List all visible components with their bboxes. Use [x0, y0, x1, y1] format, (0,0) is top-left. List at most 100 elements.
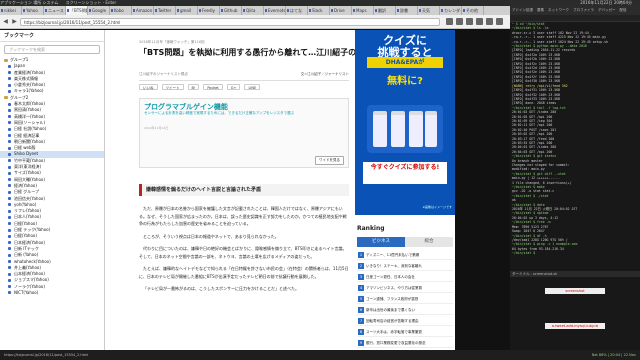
- promo-description: センサーによる計測を高い精度で実現するためには、できるだけ正確なアンプをレジスタ…: [144, 111, 295, 115]
- browser-tab[interactable]: 天気: [418, 6, 440, 15]
- browser-tab[interactable]: Qiita: [242, 6, 264, 15]
- browser-tab[interactable]: 「BTS問題」: [66, 6, 88, 15]
- browser-tab[interactable]: Google: [88, 6, 110, 15]
- browser-tab[interactable]: Drive: [330, 6, 352, 15]
- share-button[interactable]: ツイート: [161, 84, 184, 90]
- ranking-item[interactable]: 7 回転寿司店の経営が苦戦する理由: [357, 316, 453, 326]
- rank-number: 2: [358, 263, 364, 269]
- ad-cta-button[interactable]: 今すぐクイズに参加する!: [363, 162, 447, 184]
- ranking-item[interactable]: 2 いきなり！ステーキ、深刻な客離れ: [357, 261, 453, 271]
- panel-tab[interactable]: 要素: [537, 8, 544, 12]
- bookmark-item[interactable]: NICT(Yahoo): [0, 290, 104, 296]
- rank-number: 7: [358, 318, 364, 324]
- browser-tab-bar: nikkeiYahooニュース「BTS問題」GoogleKoboAmazonTw…: [0, 6, 510, 15]
- browser-tab[interactable]: 辞書: [396, 6, 418, 15]
- panel-tab[interactable]: プロファイラ: [573, 8, 594, 12]
- sidebar-title: ブックマーク: [0, 30, 104, 42]
- ad-fineprint: ※画像はイメージです: [422, 205, 452, 209]
- browser-tab[interactable]: Feedly: [198, 6, 220, 15]
- url-bar[interactable]: https://bizjournal.jp/2016/11/post_15554…: [20, 18, 440, 26]
- article-paragraph: 「テレビ局が一番怖がるのは、こうしたスポンサーに圧力をかけることだ」と述べた。: [143, 286, 299, 291]
- ranking-headline: 新卒は出世の最後まで悪くない: [366, 308, 415, 312]
- forward-button[interactable]: ▶: [11, 18, 18, 25]
- browser-tab[interactable]: カレンダー: [440, 6, 462, 15]
- share-button[interactable]: LINE: [244, 84, 261, 90]
- rank-number: 4: [358, 285, 364, 291]
- browser-tab[interactable]: ニュース: [44, 6, 66, 15]
- ranking-item[interactable]: 6 新卒は出世の最後まで悪くない: [357, 305, 453, 315]
- article-paragraph: ただ、原爆が日本の名誉から国家を擁護した文言が記載されたことは、韓国人だけではな…: [139, 206, 347, 226]
- article-paragraph: たとえば、嫌韓的なヘイトデモなどで知られる「在日特権を許さない市民の会」（在特会…: [139, 266, 349, 279]
- ranking-item[interactable]: 3 日産ゴーン退任、日本人の会社: [357, 272, 453, 282]
- browser-tab[interactable]: nikkei: [0, 6, 22, 15]
- terminal-output[interactable]: ~ $ cd ~/bin/stat ~/bin/stat $ ls -la drwx…: [510, 22, 640, 256]
- menu-icon[interactable]: [496, 18, 503, 25]
- browser-tab[interactable]: はてな: [286, 6, 308, 15]
- pocket-icon[interactable]: [476, 18, 483, 25]
- browser-tab[interactable]: Yahoo: [22, 6, 44, 15]
- browser-tab[interactable]: Kobo: [110, 6, 132, 15]
- browser-tab[interactable]: Evernote: [264, 6, 286, 15]
- home-icon[interactable]: [466, 18, 473, 25]
- article-title: 「BTS問題」を執拗に利用する愚行から離れて…江川紹子の提言: [139, 48, 355, 57]
- panel-tab[interactable]: アドイン拡張: [512, 8, 533, 12]
- ad-band: DHA&EPAが: [367, 57, 443, 68]
- system-menu[interactable]: アプリケーション 場所 システム: [0, 0, 58, 5]
- browser-tab[interactable]: Twitter: [154, 6, 176, 15]
- share-button[interactable]: Pocket: [203, 84, 223, 90]
- bookmark-search-input[interactable]: ブックマークを検索: [4, 45, 100, 54]
- advertisement[interactable]: クイズに 挑戦すると DHA&EPAが 無料に? 今すぐクイズに参加する! ※画像…: [355, 30, 455, 215]
- share-button[interactable]: いいね: [139, 84, 158, 90]
- sponsored-box[interactable]: プログラマブルゲイン機能 センサーによる計測を高い精度で実現するためには、できる…: [139, 98, 349, 168]
- browser-tab[interactable]: その他: [462, 6, 484, 15]
- rank-number: 5: [358, 296, 364, 302]
- bookmark-list: グループ1 Japan 産業経済(Yahoo) 楽天株式情報 小倉秀夫(Yahoo) キャ…: [0, 57, 104, 296]
- panel-tab[interactable]: デバッガー: [598, 8, 616, 12]
- terminal-panel: アドイン拡張 要素 ネットワーク プロファイラ デバッガー 配信 ~ $ cd ~/bin…: [510, 6, 640, 350]
- window-tag-screenshot[interactable]: screenshot: [545, 288, 605, 294]
- back-button[interactable]: ◀: [2, 18, 9, 25]
- download-icon[interactable]: [456, 18, 463, 25]
- browser-tab[interactable]: gmail: [176, 6, 198, 15]
- extension-icon[interactable]: [486, 18, 493, 25]
- share-button[interactable]: G+: [226, 84, 241, 90]
- browser-tab[interactable]: Slack: [308, 6, 330, 15]
- share-buttons: いいね ツイート B! Pocket G+ LINE: [139, 84, 261, 90]
- browser-tab[interactable]: Github: [220, 6, 242, 15]
- status-indicators: Bat 86% | 20:04 | 22 Nov: [591, 353, 636, 357]
- article-page: 2016年11月号「速報ウォッチ」第116回 「BTS問題」を執拗に利用する愚行…: [105, 30, 355, 350]
- bookmarks-sidebar: ブックマーク ブックマークを検索 グループ1 Japan 産業経済(Yahoo) 楽天…: [0, 30, 105, 350]
- ranking-item[interactable]: 1 ディズニー、11億円未払いで業績: [357, 250, 453, 260]
- section-heading: 嫌韓感情を煽るだけのヘイト言説と言論された矛盾: [139, 184, 349, 196]
- ranking-item[interactable]: 9 銀行、窓口業務変更で収益悪化の懸念: [357, 338, 453, 348]
- tab-business[interactable]: ビジネス: [357, 237, 405, 247]
- terminal-line: ~/bin/stat $: [512, 251, 536, 256]
- article-meta: 江川紹子のジャーナリスト視点 文=江川紹子／ジャーナリスト: [139, 72, 349, 81]
- column-name[interactable]: 江川紹子のジャーナリスト視点: [139, 72, 188, 76]
- right-column: クイズに 挑戦すると DHA&EPAが 無料に? 今すぐクイズに参加する! ※画像…: [355, 30, 455, 350]
- article-body: ただ、原爆が日本の名誉から国家を擁護した文言が記載されたことは、韓国人だけではな…: [139, 205, 349, 298]
- panel-tab[interactable]: 配信: [620, 8, 627, 12]
- status-bar: https://bizjournal.jp/2016/11/post_15554…: [0, 350, 640, 360]
- promo-button[interactable]: ワイドを見る: [315, 156, 344, 165]
- panel-menu-bar: アドイン拡張 要素 ネットワーク プロファイラ デバッガー 配信: [510, 6, 640, 15]
- panel-toolbar: [510, 15, 640, 22]
- status-url: https://bizjournal.jp/2016/11/post_15554…: [4, 353, 89, 357]
- ranking-item[interactable]: 4 アマゾンビジネス、やり方は従業員: [357, 283, 453, 293]
- browser-tab[interactable]: Maps: [352, 6, 374, 15]
- ranking-headline: 回転寿司店の経営が苦戦する理由: [366, 319, 419, 323]
- bookmark-star-icon[interactable]: [446, 18, 453, 25]
- tab-overall[interactable]: 総合: [405, 237, 453, 247]
- browser-tab[interactable]: 翻訳: [374, 6, 396, 15]
- article-paragraph: 代わりに目についたのは、嫌韓や日の絶好の機会とばかりに、隠喩感情を煽り立て、BT…: [139, 246, 347, 259]
- rank-number: 1: [358, 252, 364, 258]
- share-button[interactable]: B!: [187, 84, 200, 90]
- ranking-item[interactable]: 8 スーツ大手は、赤字転落で事業撤退: [357, 327, 453, 337]
- panel-tab[interactable]: ネットワーク: [548, 8, 569, 12]
- window-tag-script[interactable]: a-tweet-add-mysql-ruby.rb: [545, 323, 605, 329]
- article-paragraph: ところが、そういう視点は日本の報道やネットで、あまり見られなかった。: [143, 233, 279, 239]
- ranking-headline: スーツ大手は、赤字転落で事業撤退: [366, 330, 422, 334]
- browser-tab[interactable]: Amazon: [132, 6, 154, 15]
- toolbar-icons: [446, 18, 503, 25]
- ranking-item[interactable]: 5 ゴーン逮捕、フランス政府が激怒: [357, 294, 453, 304]
